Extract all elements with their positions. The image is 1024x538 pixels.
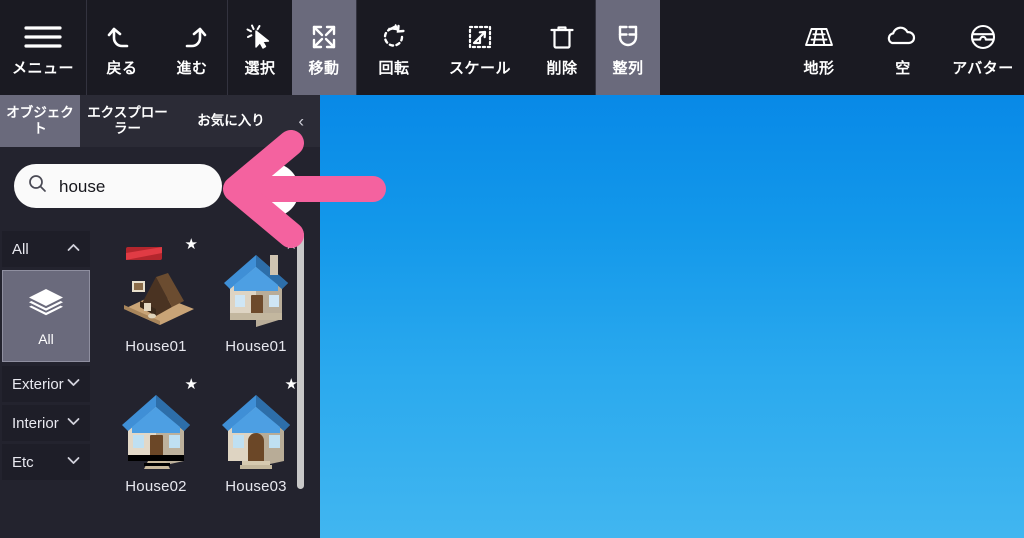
object-card[interactable]: ★ House02 xyxy=(106,371,206,511)
layers-stack-icon xyxy=(26,287,66,324)
object-card-label: House01 xyxy=(225,338,287,355)
object-library-panel: オブジェクト エクスプローラー お気に入り ‹ house All All Ex… xyxy=(0,95,320,538)
favorite-star-icon[interactable]: ★ xyxy=(185,237,198,252)
search-input[interactable]: house xyxy=(14,164,222,208)
toolbar-label-avatar: アバター xyxy=(952,59,1014,77)
category-etc[interactable]: Etc xyxy=(2,444,90,480)
toolbar-button-scale[interactable]: スケール xyxy=(431,0,529,95)
object-card-label: House03 xyxy=(225,478,287,495)
move-arrows-icon xyxy=(309,20,339,54)
object-card-label: House01 xyxy=(125,338,187,355)
panel-tab-bar: オブジェクト エクスプローラー お気に入り ‹ xyxy=(0,95,320,147)
toolbar-label-align: 整列 xyxy=(612,59,644,77)
toolbar-button-redo[interactable]: 進む xyxy=(157,0,227,95)
favorite-star-icon[interactable]: ★ xyxy=(185,377,198,392)
tab-favorites[interactable]: お気に入り xyxy=(175,95,287,147)
hamburger-menu-icon xyxy=(23,20,63,54)
redo-arrow-icon xyxy=(176,20,208,54)
toolbar-label-undo: 戻る xyxy=(106,59,138,77)
category-etc-label: Etc xyxy=(12,453,34,471)
category-all[interactable]: All xyxy=(2,231,90,267)
toolbar-button-undo[interactable]: 戻る xyxy=(87,0,157,95)
select-cursor-icon xyxy=(245,20,275,54)
object-card-label: House02 xyxy=(125,478,187,495)
object-card[interactable]: ★ House01 xyxy=(206,231,306,371)
favorite-star-icon[interactable]: ★ xyxy=(285,377,298,392)
toolbar-button-select[interactable]: 選択 xyxy=(228,0,292,95)
toolbar-label-delete: 削除 xyxy=(546,59,578,77)
toolbar-button-move[interactable]: 移動 xyxy=(292,0,356,95)
category-interior-label: Interior xyxy=(12,414,59,432)
chevron-down-icon xyxy=(67,378,80,390)
category-all-label: All xyxy=(12,240,29,258)
toolbar-button-sky[interactable]: 空 xyxy=(864,0,942,95)
app-root: メニュー 戻る 進む 選択 移動 回転 スケール 削除 整列 地形 空 アバター… xyxy=(0,0,1024,538)
chevron-down-icon xyxy=(67,417,80,429)
avatar-vr-icon xyxy=(968,20,998,54)
search-icon xyxy=(28,174,47,198)
toolbar-label-scale: スケール xyxy=(448,59,511,77)
terrain-grid-icon xyxy=(802,20,836,54)
object-card[interactable]: ★ House03 xyxy=(206,371,306,511)
favorite-star-icon[interactable]: ★ xyxy=(285,237,298,252)
trash-can-icon xyxy=(548,20,576,54)
search-input-value: house xyxy=(59,176,106,196)
category-exterior-label: Exterior xyxy=(12,375,64,393)
chevron-down-icon xyxy=(67,456,80,468)
toolbar-button-align[interactable]: 整列 xyxy=(596,0,660,95)
object-grid: ★ House01 ★ House01 ★ House02 ★ House03 xyxy=(96,227,320,511)
category-list: All All Exterior Interior Etc xyxy=(0,227,96,538)
grid-scrollbar-track[interactable] xyxy=(297,227,312,538)
rotate-icon xyxy=(379,20,409,54)
toolbar-button-rotate[interactable]: 回転 xyxy=(357,0,431,95)
scale-icon xyxy=(465,20,495,54)
category-exterior[interactable]: Exterior xyxy=(2,366,90,402)
category-item-all-label: All xyxy=(38,330,54,347)
magnet-snap-icon xyxy=(614,20,642,54)
chevron-up-icon xyxy=(67,243,80,255)
toolbar-label-select: 選択 xyxy=(244,59,276,77)
toolbar-label-sky: 空 xyxy=(895,59,911,77)
category-item-all[interactable]: All xyxy=(2,270,90,362)
category-interior[interactable]: Interior xyxy=(2,405,90,441)
toolbar-label-redo: 進む xyxy=(176,59,208,77)
grid-scrollbar-thumb[interactable] xyxy=(297,231,304,489)
panel-body: All All Exterior Interior Etc ★ House01 … xyxy=(0,227,320,538)
toolbar-button-terrain[interactable]: 地形 xyxy=(774,0,864,95)
toolbar-label-terrain: 地形 xyxy=(803,59,835,77)
toolbar-button-avatar[interactable]: アバター xyxy=(942,0,1024,95)
tab-object[interactable]: オブジェクト xyxy=(0,95,80,147)
toolbar-label-move: 移動 xyxy=(308,59,340,77)
toolbar-button-delete[interactable]: 削除 xyxy=(529,0,595,95)
main-toolbar: メニュー 戻る 進む 選択 移動 回転 スケール 削除 整列 地形 空 アバター xyxy=(0,0,1024,95)
object-card[interactable]: ★ House01 xyxy=(106,231,206,371)
object-grid-wrapper: ★ House01 ★ House01 ★ House02 ★ House03 xyxy=(96,227,320,538)
toolbar-label-menu: メニュー xyxy=(11,59,74,77)
toolbar-button-menu[interactable]: メニュー xyxy=(0,0,86,95)
chevron-left-icon[interactable]: ‹ xyxy=(298,113,304,130)
cloud-icon xyxy=(886,20,920,54)
undo-arrow-icon xyxy=(106,20,138,54)
toolbar-label-rotate: 回転 xyxy=(378,59,410,77)
search-row: house xyxy=(0,147,320,227)
tab-explorer[interactable]: エクスプローラー xyxy=(80,95,175,147)
